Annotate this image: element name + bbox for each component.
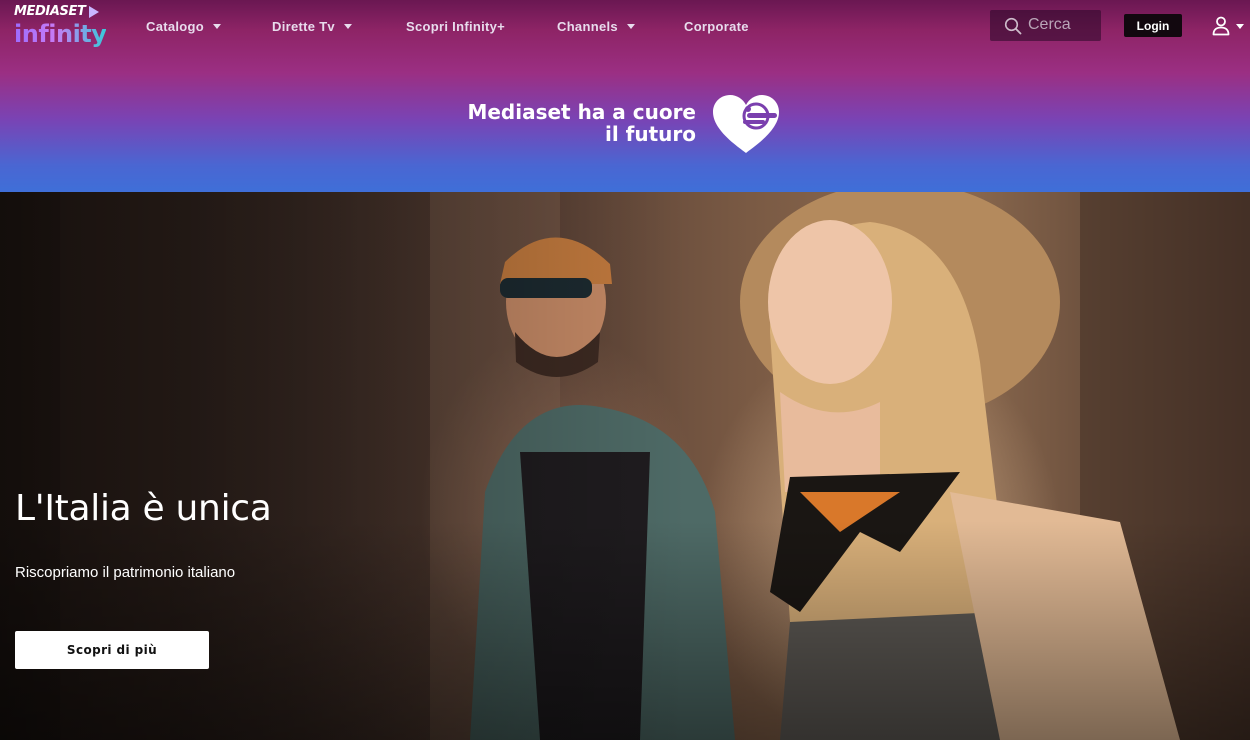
nav-item-scopri-infinity-plus[interactable]: Scopri Infinity+	[406, 17, 505, 35]
discover-more-button[interactable]: Scopri di più	[15, 631, 209, 669]
nav-item-channels[interactable]: Channels	[557, 17, 635, 35]
promo-line-1: Mediaset ha a cuore	[467, 100, 696, 124]
heart-icon	[713, 95, 779, 153]
promo-banner[interactable]: Mediaset ha a cuore il futuro	[467, 92, 790, 158]
promo-text: Mediaset ha a cuore il futuro	[467, 101, 696, 145]
nav-item-label: Corporate	[684, 18, 749, 34]
user-menu[interactable]	[1210, 14, 1246, 38]
nav-item-label: Scopri Infinity+	[406, 18, 506, 34]
hero-title: L'Italia è unica	[15, 488, 272, 529]
chevron-down-icon	[343, 23, 352, 29]
chevron-down-icon	[626, 23, 635, 29]
logo-play-icon	[89, 6, 99, 18]
top-header: MEDIASET infinity Catalogo Dirette Tv Sc…	[0, 0, 1250, 192]
user-icon	[1212, 16, 1230, 36]
search-icon[interactable]	[1004, 17, 1022, 35]
hero-subtitle: Riscopriamo il patrimonio italiano	[15, 564, 236, 581]
nav-item-label: Catalogo	[146, 18, 205, 34]
nav-item-label: Channels	[557, 18, 618, 34]
nav-item-label: Dirette Tv	[272, 18, 335, 34]
promo-line-2: il futuro	[604, 122, 696, 146]
search-input[interactable]	[1028, 13, 1096, 37]
nav-item-corporate[interactable]: Corporate	[684, 17, 749, 35]
mediaset-infinity-logo[interactable]: MEDIASET infinity	[14, 4, 107, 48]
nav-item-catalogo[interactable]: Catalogo	[146, 17, 222, 35]
logo-brand-top: MEDIASET	[14, 4, 86, 19]
logo-brand-bottom: infinity	[14, 20, 107, 48]
search-box[interactable]	[990, 10, 1101, 41]
nav-item-dirette-tv[interactable]: Dirette Tv	[272, 17, 352, 35]
login-button[interactable]: Login	[1124, 14, 1182, 37]
chevron-down-icon	[213, 23, 222, 29]
hero-banner[interactable]: L'Italia è unica Riscopriamo il patrimon…	[0, 192, 1250, 740]
chevron-down-icon	[1236, 24, 1244, 29]
